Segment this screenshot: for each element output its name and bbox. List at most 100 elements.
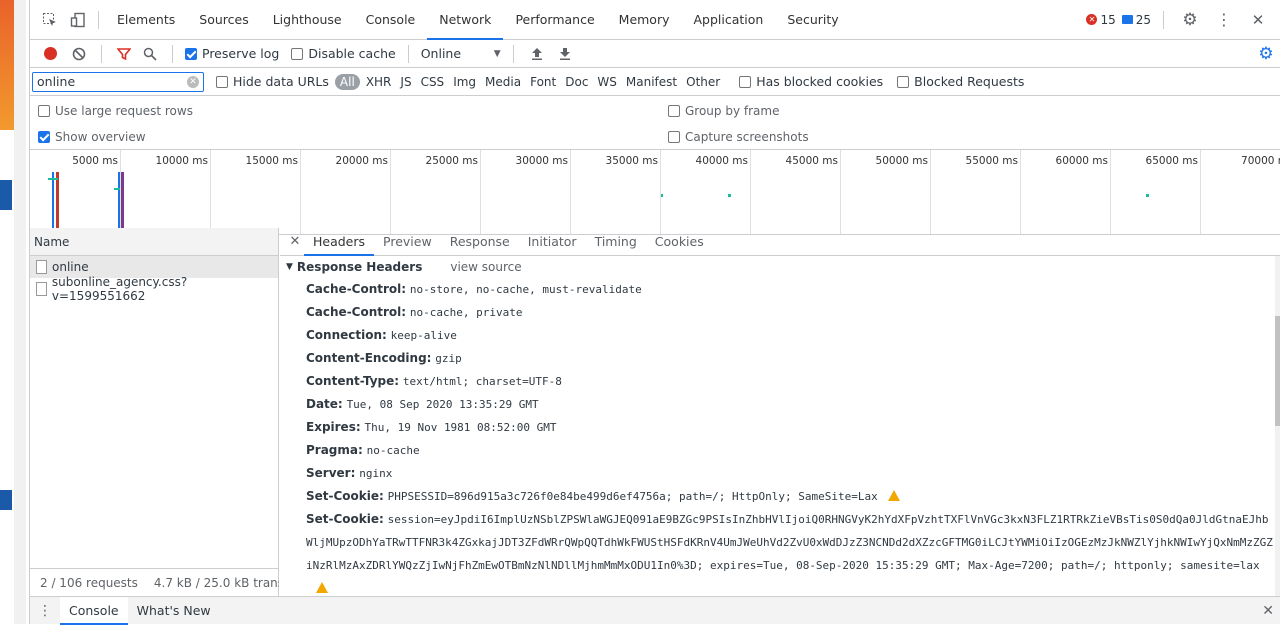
capture-screenshots-checkbox[interactable]: Capture screenshots <box>668 130 809 144</box>
detail-tab-response[interactable]: Response <box>441 228 519 256</box>
tab-performance[interactable]: Performance <box>503 0 606 40</box>
header-row: Cache-Control: no-store, no-cache, must-… <box>280 278 1280 301</box>
header-value: keep-alive <box>390 329 457 342</box>
detail-tab-timing[interactable]: Timing <box>586 228 646 256</box>
warning-icon[interactable] <box>887 490 900 501</box>
throttling-select[interactable]: Online ▼ <box>421 46 501 61</box>
filter-type-other[interactable]: Other <box>683 74 723 90</box>
drawer-tab-whats-new[interactable]: What's New <box>128 597 220 625</box>
drawer-tab-console[interactable]: Console <box>60 596 128 625</box>
message-count: 25 <box>1135 12 1151 27</box>
filter-type-manifest[interactable]: Manifest <box>623 74 680 90</box>
error-count-badge[interactable]: ✕ 15 <box>1086 13 1116 27</box>
filter-type-media[interactable]: Media <box>482 74 524 90</box>
document-icon <box>36 260 47 274</box>
filter-type-css[interactable]: CSS <box>418 74 448 90</box>
header-key: Pragma: <box>306 443 363 457</box>
header-value: Thu, 19 Nov 1981 08:52:00 GMT <box>364 421 557 434</box>
timeline-tick-label: 45000 ms <box>785 155 838 167</box>
checkbox-checked-icon <box>185 47 197 60</box>
timeline-tick-label: 70000 m <box>1241 155 1280 167</box>
detail-tab-cookies[interactable]: Cookies <box>646 228 713 256</box>
has-blocked-cookies-checkbox[interactable]: Has blocked cookies <box>739 74 883 89</box>
tab-memory[interactable]: Memory <box>607 0 682 40</box>
tab-security[interactable]: Security <box>775 0 850 40</box>
tab-elements[interactable]: Elements <box>105 0 187 40</box>
tab-application[interactable]: Application <box>682 0 776 40</box>
timeline-tick-label: 25000 ms <box>425 155 478 167</box>
filter-type-all[interactable]: All <box>334 73 360 90</box>
clear-filter-icon[interactable]: ✕ <box>187 75 199 88</box>
drawer-menu-icon[interactable]: ⋮ <box>30 603 60 619</box>
clear-icon[interactable] <box>69 40 89 68</box>
detail-tab-headers[interactable]: Headers <box>304 228 375 256</box>
detail-tab-initiator[interactable]: Initiator <box>519 228 586 256</box>
view-source-link[interactable]: view source <box>450 260 521 274</box>
error-icon: ✕ <box>1086 14 1098 25</box>
capture-screenshots-label: Capture screenshots <box>685 130 809 144</box>
filter-type-font[interactable]: Font <box>527 74 559 90</box>
warning-icon[interactable] <box>316 582 328 593</box>
request-row[interactable]: subonline_agency.css?v=1599551662 <box>30 275 278 303</box>
devtools-tabbar: Elements Sources Lighthouse Console Network P… <box>30 0 1280 40</box>
detail-scrollbar[interactable] <box>1275 256 1280 596</box>
network-settings-gear-icon[interactable]: ⚙ <box>1252 40 1280 68</box>
hide-data-urls-checkbox[interactable]: Hide data URLs <box>216 74 329 89</box>
timeline-tick: 40000 ms <box>696 150 751 234</box>
message-count-badge[interactable]: 25 <box>1121 12 1151 27</box>
timeline-tick: 20000 ms <box>336 150 391 234</box>
close-devtools-icon[interactable]: ✕ <box>1244 6 1272 34</box>
detail-tab-preview[interactable]: Preview <box>374 228 441 256</box>
detail-tabs: ✕ Headers Preview Response Initiator Timing C… <box>280 228 1280 256</box>
timeline-tick-label: 20000 ms <box>335 155 388 167</box>
filter-type-img[interactable]: Img <box>450 74 479 90</box>
checkbox-icon <box>38 105 50 117</box>
page-scrollbar[interactable] <box>14 0 26 624</box>
checkbox-icon <box>739 75 752 88</box>
filter-input[interactable]: online ✕ <box>32 71 204 92</box>
device-toolbar-icon[interactable] <box>64 6 92 34</box>
filter-type-js[interactable]: JS <box>397 74 414 90</box>
collapse-triangle-icon: ▼ <box>286 262 293 272</box>
large-rows-label: Use large request rows <box>55 104 193 118</box>
timeline-tick: 50000 ms <box>876 150 931 234</box>
timeline-tick-label: 10000 ms <box>155 155 208 167</box>
search-icon[interactable] <box>140 40 160 68</box>
header-value: nginx <box>359 467 393 480</box>
timeline-tick-label: 30000 ms <box>515 155 568 167</box>
header-row: Connection: keep-alive <box>280 324 1280 347</box>
disable-cache-checkbox[interactable]: Disable cache <box>291 46 396 61</box>
tab-sources[interactable]: Sources <box>187 0 260 40</box>
response-headers-section[interactable]: ▼ Response Headers view source <box>280 256 1280 278</box>
filter-type-ws[interactable]: WS <box>594 74 619 90</box>
tab-console[interactable]: Console <box>354 0 428 40</box>
waterfall-bar <box>52 172 54 234</box>
large-rows-checkbox[interactable]: Use large request rows <box>38 104 193 118</box>
waterfall-bar <box>56 172 59 234</box>
network-overview-timeline[interactable]: 5000 ms 10000 ms 15000 ms 20000 ms 25000 ms 3… <box>30 150 1280 235</box>
close-drawer-icon[interactable]: ✕ <box>1262 603 1280 619</box>
page-graphic <box>0 490 12 510</box>
preserve-log-label: Preserve log <box>202 46 280 61</box>
checkbox-icon <box>668 131 680 143</box>
more-menu-icon[interactable]: ⋮ <box>1210 6 1238 34</box>
name-column-header[interactable]: Name <box>30 228 278 256</box>
header-row: Pragma: no-cache <box>280 439 1280 462</box>
inspect-element-icon[interactable] <box>36 6 64 34</box>
import-har-icon[interactable] <box>526 40 548 68</box>
export-har-icon[interactable] <box>554 40 576 68</box>
group-by-frame-checkbox[interactable]: Group by frame <box>668 104 779 118</box>
tab-network[interactable]: Network <box>427 0 504 40</box>
close-detail-icon[interactable]: ✕ <box>286 234 304 249</box>
filter-icon[interactable] <box>114 40 134 68</box>
header-key: Server: <box>306 466 356 480</box>
page-graphic <box>0 180 12 210</box>
filter-type-doc[interactable]: Doc <box>562 74 591 90</box>
blocked-requests-checkbox[interactable]: Blocked Requests <box>897 74 1024 89</box>
preserve-log-checkbox[interactable]: Preserve log <box>185 46 279 61</box>
settings-gear-icon[interactable]: ⚙ <box>1176 6 1204 34</box>
filter-type-xhr[interactable]: XHR <box>363 74 395 90</box>
record-button[interactable] <box>44 47 57 60</box>
show-overview-checkbox[interactable]: Show overview <box>38 130 146 144</box>
tab-lighthouse[interactable]: Lighthouse <box>261 0 354 40</box>
